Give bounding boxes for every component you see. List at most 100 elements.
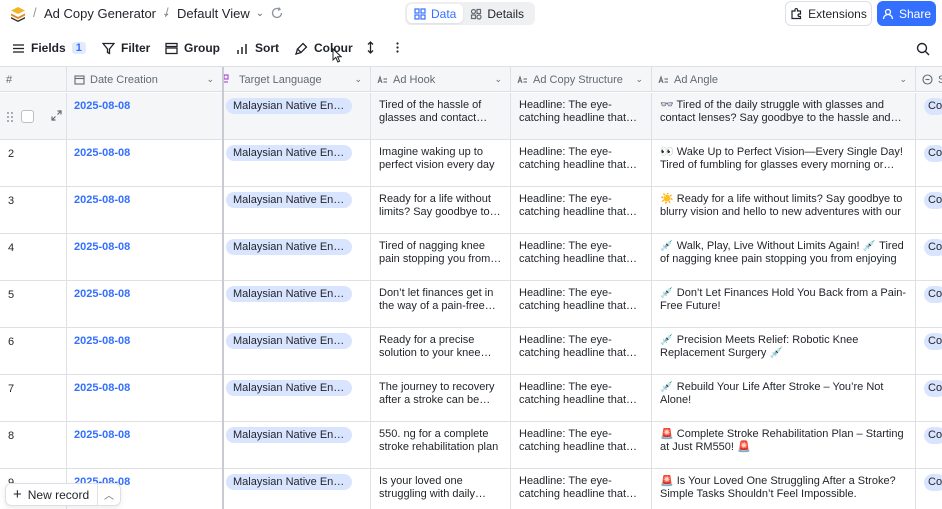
ad-copy-structure-cell[interactable]: Headline: The eye-catching headline that… — [511, 375, 652, 422]
row-index-cell[interactable]: 7 — [0, 375, 67, 422]
ad-angle-cell[interactable]: ☀️ Ready for a life without limits? Say … — [652, 187, 916, 234]
language-tag-wrap: Malaysian Native English — [226, 145, 352, 164]
table-row[interactable]: 5 2025-08-08 Malaysian Native English Don’t… — [0, 281, 942, 328]
new-record-button[interactable]: + New record ︿ — [5, 483, 121, 506]
chevron-down-icon[interactable]: ⌄ — [206, 74, 214, 85]
table-row[interactable]: 2 2025-08-08 Malaysian Native English Imagi… — [0, 140, 942, 187]
next-column-cell[interactable]: Co — [916, 469, 942, 509]
new-record-main[interactable]: + New record — [6, 484, 98, 505]
ad-copy-structure-cell[interactable]: Headline: The eye-catching headline that… — [511, 93, 652, 140]
ad-angle-cell[interactable]: 💉 Don’t Let Finances Hold You Back from … — [652, 281, 916, 328]
ad-copy-structure-text: Headline: The eye-catching headline that… — [519, 287, 627, 312]
puzzle-icon — [791, 7, 802, 20]
ad-angle-cell[interactable]: 💉 Walk, Play, Live Without Limits Again!… — [652, 234, 916, 281]
table-row[interactable]: 7 2025-08-08 Malaysian Native English The j… — [0, 375, 942, 422]
drag-handle-icon[interactable] — [6, 111, 14, 123]
colour-button[interactable]: Colour — [295, 41, 353, 55]
extensions-button[interactable]: Extensions — [785, 1, 872, 26]
ad-copy-structure-cell[interactable]: Headline: The eye-catching headline that… — [511, 328, 652, 375]
next-column-cell[interactable]: Co — [916, 187, 942, 234]
row-index-cell[interactable]: 4 — [0, 234, 67, 281]
base-logo-icon[interactable] — [10, 6, 26, 22]
ad-copy-structure-cell[interactable]: Headline: The eye-catching headline that… — [511, 422, 652, 469]
ad-angle-text: 💉 Rebuild Your Life After Stroke – You’r… — [660, 381, 884, 406]
ad-hook-cell[interactable]: 550. ng for a complete stroke rehabilita… — [371, 422, 511, 469]
ad-copy-structure-cell[interactable]: Headline: The eye-catching headline that… — [511, 281, 652, 328]
frozen-column-divider[interactable] — [222, 67, 224, 509]
data-view-button[interactable]: Data — [407, 4, 464, 23]
refresh-icon[interactable] — [270, 6, 284, 20]
ad-angle-cell[interactable]: 👀 Wake Up to Perfect Vision—Every Single… — [652, 140, 916, 187]
ad-copy-structure-cell[interactable]: Headline: The eye-catching headline that… — [511, 234, 652, 281]
next-column-cell[interactable]: Co — [916, 234, 942, 281]
table-row[interactable]: 3 2025-08-08 Malaysian Native English Ready… — [0, 187, 942, 234]
chevron-down-icon[interactable]: ⌄ — [635, 74, 643, 85]
ad-hook-text: Don’t let finances get in the way of a p… — [379, 287, 494, 312]
expand-record-icon[interactable] — [51, 110, 62, 121]
ad-hook-cell[interactable]: The journey to recovery after a stroke c… — [371, 375, 511, 422]
column-header-date-creation[interactable]: Date Creation ⌄ — [67, 67, 223, 92]
next-column-cell[interactable]: Co — [916, 422, 942, 469]
column-header-next[interactable]: S — [916, 67, 942, 92]
next-column-cell[interactable]: Co — [916, 328, 942, 375]
row-index-cell[interactable]: 6 — [0, 328, 67, 375]
details-view-button[interactable]: Details — [463, 4, 531, 23]
column-header-ad-copy-structure[interactable]: Ad Copy Structure ⌄ — [511, 67, 652, 92]
ad-hook-cell[interactable]: Is your loved one struggling with daily … — [371, 469, 511, 509]
next-column-cell[interactable]: Co — [916, 281, 942, 328]
ad-angle-cell[interactable]: 🚨 Complete Stroke Rehabilitation Plan – … — [652, 422, 916, 469]
ad-angle-cell[interactable]: 🚨 Is Your Loved One Struggling After a S… — [652, 469, 916, 509]
ad-hook-cell[interactable]: Don’t let finances get in the way of a p… — [371, 281, 511, 328]
more-options-button[interactable] — [391, 41, 404, 54]
share-button[interactable]: Share — [877, 1, 936, 26]
filter-button[interactable]: Filter — [102, 41, 150, 55]
row-index-cell[interactable]: 3 — [0, 187, 67, 234]
chevron-up-icon[interactable]: ︿ — [98, 487, 120, 502]
ad-angle-cell[interactable]: 💉 Rebuild Your Life After Stroke – You’r… — [652, 375, 916, 422]
next-column-cell[interactable]: Co — [916, 140, 942, 187]
row-height-button[interactable] — [364, 41, 377, 54]
next-column-cell[interactable]: Co — [916, 93, 942, 140]
text-field-icon — [517, 75, 527, 84]
fields-button[interactable]: Fields 1 — [12, 41, 86, 55]
ad-copy-structure-cell[interactable]: Headline: The eye-catching headline that… — [511, 469, 652, 509]
row-checkbox[interactable] — [21, 110, 34, 123]
column-header-ad-hook[interactable]: Ad Hook ⌄ — [371, 67, 511, 92]
ad-angle-cell[interactable]: 👓 Tired of the daily struggle with glass… — [652, 93, 916, 140]
table-row[interactable]: 4 2025-08-08 Malaysian Native English Tired… — [0, 234, 942, 281]
table-row[interactable]: 6 2025-08-08 Malaysian Native English Ready… — [0, 328, 942, 375]
column-header-target-language[interactable]: Target Language ⌄ — [223, 67, 371, 92]
ad-copy-structure-cell[interactable]: Headline: The eye-catching headline that… — [511, 140, 652, 187]
status-tag: Co — [924, 239, 942, 256]
table-row[interactable]: 2025-08-08 Malaysian Native English Tired … — [0, 93, 942, 140]
ad-copy-structure-cell[interactable]: Headline: The eye-catching headline that… — [511, 187, 652, 234]
row-index-cell[interactable]: 8 — [0, 422, 67, 469]
ad-hook-cell[interactable]: Ready for a precise solution to your kne… — [371, 328, 511, 375]
search-icon[interactable] — [916, 42, 930, 56]
next-column-cell[interactable]: Co — [916, 375, 942, 422]
row-index-cell[interactable] — [0, 93, 67, 140]
date-value: 2025-08-08 — [74, 288, 131, 300]
new-record-label: New record — [27, 487, 90, 502]
chevron-down-icon[interactable]: ⌄ — [494, 74, 502, 85]
row-index-cell[interactable]: 5 — [0, 281, 67, 328]
chevron-down-icon[interactable]: ⌄ — [899, 74, 907, 85]
ad-angle-cell[interactable]: 💉 Precision Meets Relief: Robotic Knee R… — [652, 328, 916, 375]
breadcrumb-base[interactable]: Ad Copy Generator ⌄ — [44, 6, 170, 21]
ad-hook-cell[interactable]: Imagine waking up to perfect vision ever… — [371, 140, 511, 187]
table-row[interactable]: 92025-08-08Malaysian Native EnglishIs yo… — [0, 469, 942, 509]
status-tag: Co — [924, 380, 942, 397]
ad-hook-cell[interactable]: Ready for a life without limits? Say goo… — [371, 187, 511, 234]
ad-hook-cell[interactable]: Tired of nagging knee pain stopping you … — [371, 234, 511, 281]
column-header-ad-angle[interactable]: Ad Angle ⌄ — [652, 67, 916, 92]
ad-angle-text: ☀️ Ready for a life without limits? Say … — [660, 193, 903, 218]
row-index-cell[interactable]: 2 — [0, 140, 67, 187]
chevron-down-icon[interactable]: ⌄ — [354, 74, 362, 85]
ad-angle-text: 🚨 Complete Stroke Rehabilitation Plan – … — [660, 428, 904, 453]
ad-hook-cell[interactable]: Tired of the hassle of glasses and conta… — [371, 93, 511, 140]
table-row[interactable]: 8 2025-08-08 Malaysian Native English 550. … — [0, 422, 942, 469]
ad-angle-text: 🚨 Is Your Loved One Struggling After a S… — [660, 475, 896, 500]
group-button[interactable]: Group — [165, 41, 220, 55]
sort-button[interactable]: Sort — [236, 41, 279, 55]
breadcrumb-view[interactable]: Default View ⌄ — [177, 6, 264, 21]
